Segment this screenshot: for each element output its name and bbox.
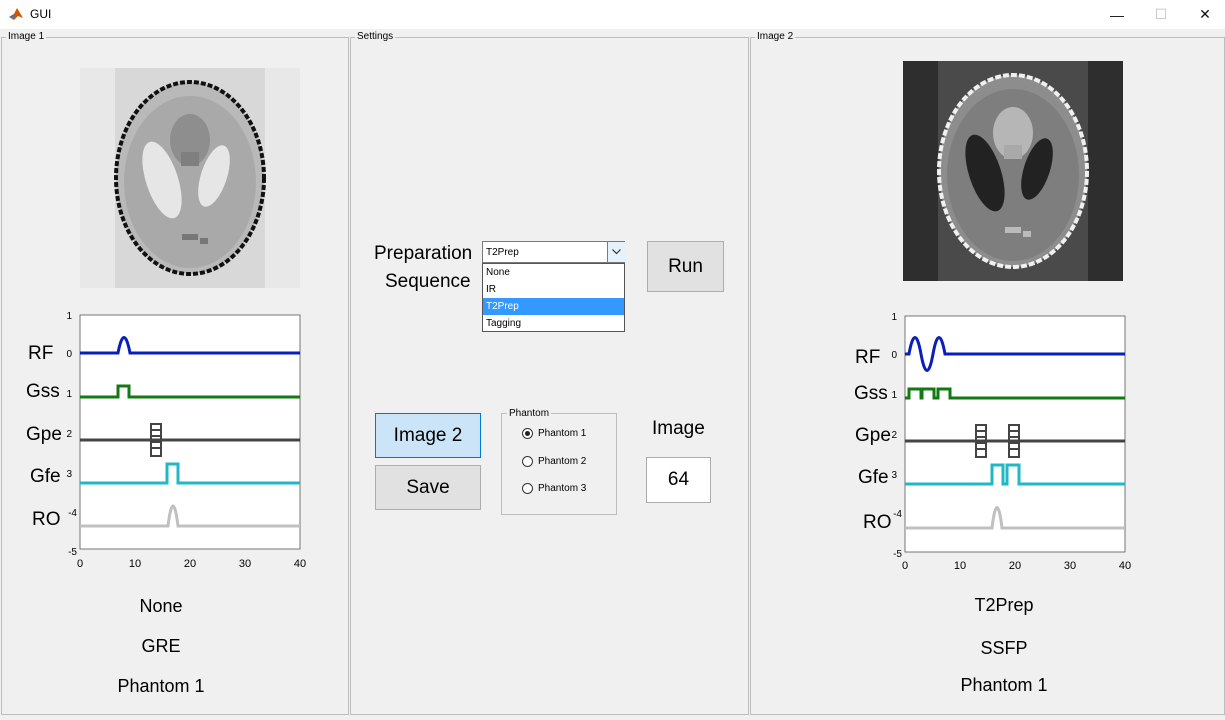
gss-label: Gss xyxy=(26,381,60,402)
sequence-plot-1-svg: 1 0 1 2 3 -4 -5 0 10 20 30 40 RF Gss Gpe… xyxy=(26,311,306,570)
y-tick: -5 xyxy=(893,549,902,560)
image1-sequence-label: GRE xyxy=(141,636,181,656)
prep-sequence-dropdown[interactable]: T2Prep xyxy=(482,241,625,263)
image-size-label: Image xyxy=(652,418,705,439)
window-title: GUI xyxy=(30,7,52,21)
dropdown-option-none[interactable]: None xyxy=(483,264,624,281)
image1-prep-label: None xyxy=(139,596,183,616)
phantom-image-1 xyxy=(80,68,300,288)
dropdown-value: T2Prep xyxy=(486,247,519,258)
x-tick: 0 xyxy=(902,560,908,572)
y-tick: 1 xyxy=(66,311,72,322)
image1-phantom-label: Phantom 1 xyxy=(117,676,205,696)
y-tick: -4 xyxy=(893,509,902,520)
image2-prep-label: T2Prep xyxy=(974,595,1034,615)
phantom1-label: Phantom 1 xyxy=(538,428,587,439)
close-icon: ✕ xyxy=(1199,6,1211,22)
gfe-label: Gfe xyxy=(858,467,889,488)
radio-icon xyxy=(522,456,533,467)
prep-label-line1: Preparation xyxy=(374,243,473,264)
settings-panel: Settings xyxy=(350,31,749,715)
y-tick: 1 xyxy=(891,312,897,323)
y-tick: 1 xyxy=(891,390,897,401)
image-size-input[interactable]: 64 xyxy=(646,457,711,503)
phantom2-radio[interactable]: Phantom 2 xyxy=(522,456,586,467)
run-button[interactable]: Run xyxy=(647,241,724,292)
chevron-down-icon[interactable] xyxy=(607,242,625,262)
sequence-plot-2: 1 0 1 2 3 -4 -5 0 10 20 30 40 RF Gss Gpe… xyxy=(825,301,1145,581)
phantom3-label: Phantom 3 xyxy=(538,483,587,494)
close-button[interactable]: ✕ xyxy=(1182,0,1225,29)
gss-label: Gss xyxy=(854,383,888,404)
prep-label-line2: Sequence xyxy=(385,271,471,292)
rf-label: RF xyxy=(28,343,53,364)
y-tick: 2 xyxy=(891,430,897,441)
y-tick: 0 xyxy=(891,350,897,361)
x-tick: 40 xyxy=(294,558,306,570)
y-tick: -5 xyxy=(68,547,77,558)
phantom-group: Phantom Phantom 1 Phantom 2 Phantom 3 xyxy=(501,408,617,515)
gpe-label: Gpe xyxy=(26,424,62,445)
x-tick: 0 xyxy=(77,558,83,570)
dropdown-options-list: None IR T2Prep Tagging xyxy=(482,263,625,332)
y-tick: 0 xyxy=(66,349,72,360)
dropdown-option-t2prep[interactable]: T2Prep xyxy=(483,298,624,315)
rf-label: RF xyxy=(855,347,880,368)
matlab-icon xyxy=(8,6,24,22)
phantom1-radio[interactable]: Phantom 1 xyxy=(522,428,586,439)
image1-panel-title: Image 1 xyxy=(6,31,47,42)
x-tick: 20 xyxy=(184,558,196,570)
x-tick: 10 xyxy=(129,558,141,570)
image2-panel-title: Image 2 xyxy=(755,31,796,42)
ro-label: RO xyxy=(863,512,892,533)
y-tick: 3 xyxy=(66,469,72,480)
x-tick: 30 xyxy=(239,558,251,570)
x-tick: 10 xyxy=(954,560,966,572)
y-tick: -4 xyxy=(68,508,77,519)
radio-icon xyxy=(522,483,533,494)
image2-button[interactable]: Image 2 xyxy=(375,413,481,458)
x-tick: 40 xyxy=(1119,560,1131,572)
y-tick: 2 xyxy=(66,429,72,440)
save-button[interactable]: Save xyxy=(375,465,481,510)
minimize-button[interactable]: — xyxy=(1094,0,1140,29)
x-tick: 30 xyxy=(1064,560,1076,572)
phantom2-label: Phantom 2 xyxy=(538,456,587,467)
y-tick: 3 xyxy=(891,470,897,481)
ro-label: RO xyxy=(32,509,61,530)
phantom3-radio[interactable]: Phantom 3 xyxy=(522,483,586,494)
title-bar: GUI — ☐ ✕ xyxy=(0,0,1225,29)
gpe-label: Gpe xyxy=(855,425,891,446)
dropdown-option-tagging[interactable]: Tagging xyxy=(483,315,624,332)
maximize-icon: ☐ xyxy=(1154,6,1168,22)
minimize-icon: — xyxy=(1110,6,1124,23)
gfe-label: Gfe xyxy=(30,466,61,487)
dropdown-option-ir[interactable]: IR xyxy=(483,281,624,298)
sequence-plot-1: 1 0 1 2 3 -4 -5 0 10 20 30 40 RF Gss Gpe… xyxy=(0,300,320,580)
radio-selected-icon xyxy=(522,428,533,439)
y-tick: 1 xyxy=(66,389,72,400)
sequence-plot-2-svg: 1 0 1 2 3 -4 -5 0 10 20 30 40 RF Gss Gpe… xyxy=(854,312,1131,572)
settings-panel-title: Settings xyxy=(355,31,396,42)
image2-sequence-label: SSFP xyxy=(980,638,1028,658)
maximize-button[interactable]: ☐ xyxy=(1138,0,1184,29)
phantom-group-title: Phantom xyxy=(507,408,552,419)
phantom-image-2 xyxy=(903,61,1123,281)
x-tick: 20 xyxy=(1009,560,1021,572)
image2-phantom-label: Phantom 1 xyxy=(960,675,1048,695)
